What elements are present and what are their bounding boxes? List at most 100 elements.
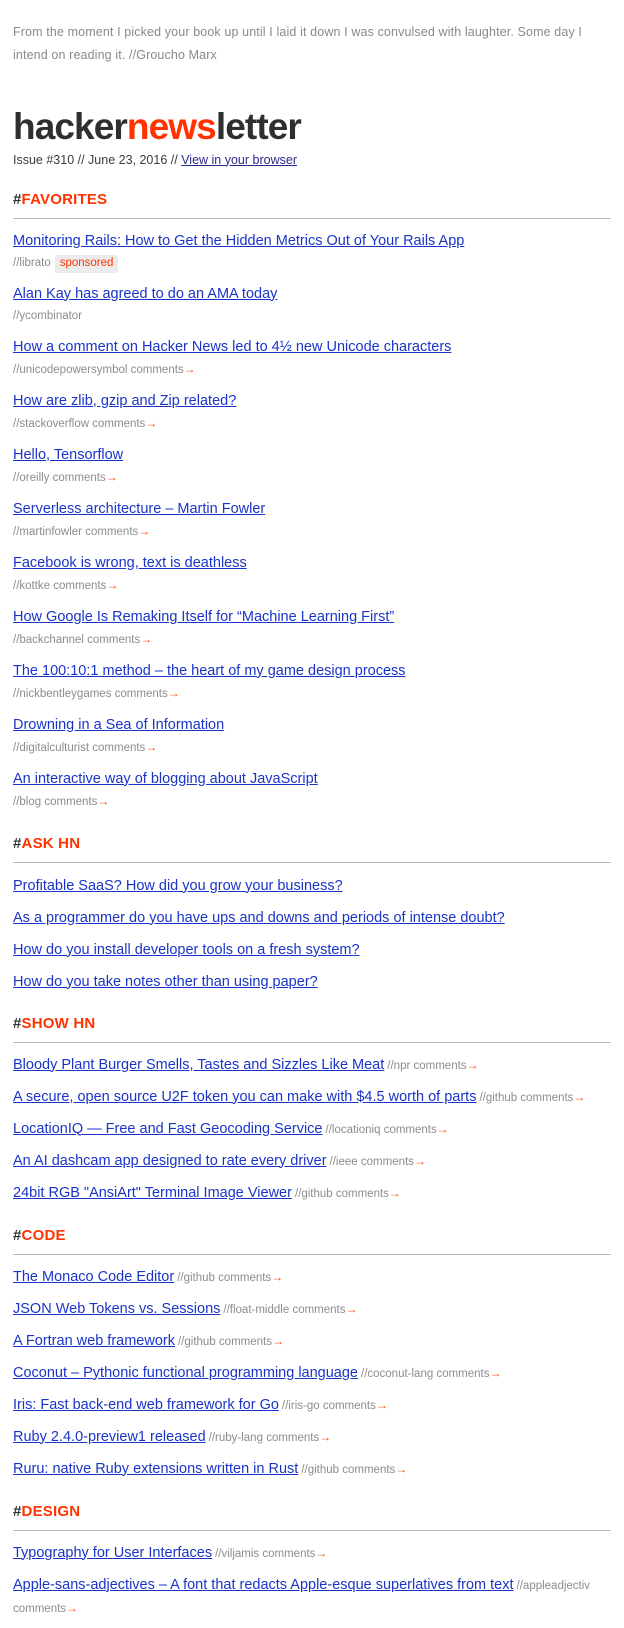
arrow-right-icon: → bbox=[145, 739, 158, 754]
arrow-right-icon: → bbox=[315, 1545, 328, 1560]
item-title-link[interactable]: Iris: Fast back-end web framework for Go bbox=[13, 1397, 279, 1413]
quote-text: From the moment I picked your book up un… bbox=[13, 24, 583, 62]
item-source: //github bbox=[479, 1091, 518, 1104]
item-source: //ruby-lang bbox=[208, 1431, 263, 1444]
section-heading-show-hn: #SHOW HN bbox=[13, 1015, 611, 1033]
item-title-link[interactable]: An AI dashcam app designed to rate every… bbox=[13, 1153, 327, 1169]
item-title-link[interactable]: 24bit RGB "AnsiArt" Terminal Image Viewe… bbox=[13, 1185, 292, 1201]
item-meta: //github comments→ bbox=[177, 1269, 284, 1284]
item-title-link[interactable]: Monitoring Rails: How to Get the Hidden … bbox=[13, 233, 464, 249]
item-meta: //ycombinator bbox=[13, 306, 611, 327]
item-meta: //viljamis comments→ bbox=[215, 1545, 328, 1560]
arrow-right-icon: → bbox=[489, 1365, 502, 1380]
list-item: How Google Is Remaking Itself for “Machi… bbox=[13, 597, 611, 651]
item-title-link[interactable]: As a programmer do you have ups and down… bbox=[13, 910, 505, 926]
arrow-right-icon: → bbox=[271, 1269, 284, 1284]
item-comments-link[interactable]: comments bbox=[336, 1188, 389, 1200]
item-meta: //iris-go comments→ bbox=[282, 1398, 388, 1412]
item-title-link[interactable]: Coconut – Pythonic functional programmin… bbox=[13, 1365, 358, 1381]
list-item: Ruby 2.4.0-preview1 released//ruby-lang … bbox=[13, 1417, 611, 1449]
item-title-link[interactable]: JSON Web Tokens vs. Sessions bbox=[13, 1301, 220, 1317]
item-title-link[interactable]: An interactive way of blogging about Jav… bbox=[13, 771, 318, 787]
item-title-link[interactable]: Ruru: native Ruby extensions written in … bbox=[13, 1461, 298, 1477]
item-source: //viljamis bbox=[215, 1547, 260, 1560]
section-code: #CODE The Monaco Code Editor//github comm… bbox=[13, 1227, 611, 1481]
item-title-link[interactable]: How do you install developer tools on a … bbox=[13, 942, 360, 958]
list-item: LocationIQ — Free and Fast Geocoding Ser… bbox=[13, 1109, 611, 1141]
item-meta: //unicodepowersymbol comments→ bbox=[13, 359, 611, 381]
item-title-link[interactable]: Alan Kay has agreed to do an AMA today bbox=[13, 286, 277, 302]
item-comments-link[interactable]: comments bbox=[342, 1464, 395, 1476]
item-title-link[interactable]: Hello, Tensorflow bbox=[13, 447, 123, 463]
item-source: //digitalculturist bbox=[13, 741, 90, 754]
item-comments-link[interactable]: comments bbox=[115, 688, 168, 700]
item-comments-link[interactable]: comments bbox=[384, 1124, 437, 1136]
item-comments-link[interactable]: comments bbox=[92, 418, 145, 430]
item-comments-link[interactable]: comments bbox=[323, 1400, 376, 1412]
item-list: The Monaco Code Editor//github comments→… bbox=[13, 1255, 611, 1481]
item-comments-link[interactable]: comments bbox=[292, 1304, 345, 1316]
item-title-link[interactable]: A secure, open source U2F token you can … bbox=[13, 1089, 476, 1105]
item-source: //kottke bbox=[13, 579, 51, 592]
item-comments-link[interactable]: comments bbox=[266, 1432, 319, 1444]
item-title-link[interactable]: How Google Is Remaking Itself for “Machi… bbox=[13, 609, 394, 625]
item-comments-link[interactable]: comments bbox=[53, 580, 106, 592]
arrow-right-icon: → bbox=[271, 1333, 284, 1348]
arrow-right-icon: → bbox=[395, 1461, 408, 1476]
item-title-link[interactable]: How do you take notes other than using p… bbox=[13, 974, 318, 990]
item-comments-link[interactable]: comments bbox=[219, 1336, 272, 1348]
newsletter-page: From the moment I picked your book up un… bbox=[0, 13, 624, 1620]
item-source: //blog bbox=[13, 795, 42, 808]
item-title-link[interactable]: Serverless architecture – Martin Fowler bbox=[13, 501, 265, 517]
item-title-link[interactable]: The 100:10:1 method – the heart of my ga… bbox=[13, 663, 406, 679]
item-title-link[interactable]: How a comment on Hacker News led to 4½ n… bbox=[13, 339, 451, 355]
item-comments-link[interactable]: comments bbox=[218, 1272, 271, 1284]
arrow-right-icon: → bbox=[106, 577, 119, 592]
item-comments-link[interactable]: comments bbox=[262, 1548, 315, 1560]
item-comments-link[interactable]: comments bbox=[44, 796, 97, 808]
item-list: Bloody Plant Burger Smells, Tastes and S… bbox=[13, 1043, 611, 1205]
logo-part-news: news bbox=[126, 105, 217, 147]
item-source: //ieee bbox=[329, 1155, 358, 1168]
item-title-link[interactable]: Apple-sans-adjectives – A font that reda… bbox=[13, 1577, 514, 1593]
item-title-link[interactable]: Bloody Plant Burger Smells, Tastes and S… bbox=[13, 1057, 384, 1073]
item-title-link[interactable]: Typography for User Interfaces bbox=[13, 1545, 212, 1561]
item-source: //librato bbox=[13, 256, 51, 269]
item-comments-link[interactable]: comments bbox=[92, 742, 145, 754]
list-item: Hello, Tensorflow //oreilly comments→ bbox=[13, 435, 611, 489]
list-item: As a programmer do you have ups and down… bbox=[13, 897, 611, 929]
item-source: //locationiq bbox=[325, 1123, 381, 1136]
item-comments-link[interactable]: comments bbox=[53, 472, 106, 484]
item-source: //ycombinator bbox=[13, 309, 83, 322]
item-title-link[interactable]: How are zlib, gzip and Zip related? bbox=[13, 393, 236, 409]
item-source: //coconut-lang bbox=[361, 1367, 434, 1380]
list-item: Drowning in a Sea of Information //digita… bbox=[13, 705, 611, 759]
arrow-right-icon: → bbox=[345, 1301, 358, 1316]
item-list: Profitable SaaS? How did you grow your b… bbox=[13, 863, 611, 993]
item-comments-link[interactable]: comments bbox=[436, 1368, 489, 1380]
item-meta: //npr comments→ bbox=[387, 1058, 478, 1072]
item-title-link[interactable]: A Fortran web framework bbox=[13, 1333, 175, 1349]
item-source: //float-middle bbox=[223, 1303, 290, 1316]
section-heading-code: #CODE bbox=[13, 1227, 611, 1245]
item-comments-link[interactable]: comments bbox=[520, 1092, 573, 1104]
item-comments-link[interactable]: comments bbox=[361, 1156, 414, 1168]
view-in-browser-link[interactable]: View in your browser bbox=[181, 153, 297, 167]
item-title-link[interactable]: The Monaco Code Editor bbox=[13, 1269, 174, 1285]
list-item: Ruru: native Ruby extensions written in … bbox=[13, 1449, 611, 1481]
list-item: The 100:10:1 method – the heart of my ga… bbox=[13, 651, 611, 705]
item-meta: //ruby-lang comments→ bbox=[208, 1430, 332, 1444]
item-title-link[interactable]: LocationIQ — Free and Fast Geocoding Ser… bbox=[13, 1121, 323, 1137]
item-title-link[interactable]: Facebook is wrong, text is deathless bbox=[13, 555, 247, 571]
item-title-link[interactable]: Profitable SaaS? How did you grow your b… bbox=[13, 878, 343, 894]
item-meta: //stackoverflow comments→ bbox=[13, 413, 611, 435]
item-comments-link[interactable]: comments bbox=[131, 364, 184, 376]
item-comments-link[interactable]: comments bbox=[13, 1603, 66, 1615]
item-comments-link[interactable]: comments bbox=[85, 526, 138, 538]
item-title-link[interactable]: Drowning in a Sea of Information bbox=[13, 717, 224, 733]
item-comments-link[interactable]: comments bbox=[87, 634, 140, 646]
item-source: //oreilly bbox=[13, 471, 50, 484]
section-title: CODE bbox=[21, 1226, 66, 1244]
item-title-link[interactable]: Ruby 2.4.0-preview1 released bbox=[13, 1429, 206, 1445]
item-comments-link[interactable]: comments bbox=[414, 1060, 467, 1072]
